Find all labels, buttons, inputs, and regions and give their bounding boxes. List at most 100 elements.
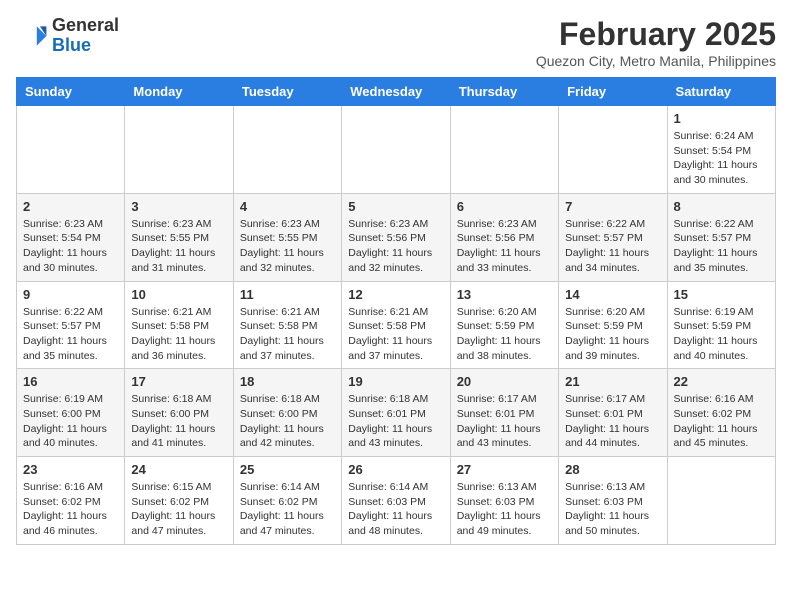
calendar-cell: 20 Sunrise: 6:17 AM Sunset: 6:01 PM Dayli… bbox=[450, 369, 558, 457]
day-info: Sunrise: 6:19 AM Sunset: 6:00 PM Dayligh… bbox=[23, 392, 118, 451]
logo: General Blue bbox=[16, 16, 119, 56]
day-info: Sunrise: 6:17 AM Sunset: 6:01 PM Dayligh… bbox=[457, 392, 552, 451]
calendar-cell: 7 Sunrise: 6:22 AM Sunset: 5:57 PM Daylig… bbox=[559, 193, 667, 281]
calendar-week-row: 2 Sunrise: 6:23 AM Sunset: 5:54 PM Daylig… bbox=[17, 193, 776, 281]
calendar-cell: 17Sunrise: 6:18 AM Sunset: 6:00 PM Dayli… bbox=[125, 369, 233, 457]
day-info: Sunrise: 6:20 AM Sunset: 5:59 PM Dayligh… bbox=[565, 305, 660, 364]
calendar-cell bbox=[667, 457, 775, 545]
calendar-cell: 11Sunrise: 6:21 AM Sunset: 5:58 PM Dayli… bbox=[233, 281, 341, 369]
calendar-cell: 25Sunrise: 6:14 AM Sunset: 6:02 PM Dayli… bbox=[233, 457, 341, 545]
day-number: 7 bbox=[565, 199, 660, 214]
calendar-cell: 14 Sunrise: 6:20 AM Sunset: 5:59 PM Dayli… bbox=[559, 281, 667, 369]
calendar-cell: 10 Sunrise: 6:21 AM Sunset: 5:58 PM Dayli… bbox=[125, 281, 233, 369]
day-number: 1 bbox=[674, 111, 769, 126]
day-number: 26 bbox=[348, 462, 443, 477]
calendar-cell: 4 Sunrise: 6:23 AM Sunset: 5:55 PM Daylig… bbox=[233, 193, 341, 281]
day-number: 24 bbox=[131, 462, 226, 477]
day-header-friday: Friday bbox=[559, 78, 667, 106]
day-header-saturday: Saturday bbox=[667, 78, 775, 106]
day-info: Sunrise: 6:23 AM Sunset: 5:56 PM Dayligh… bbox=[348, 217, 443, 276]
calendar-cell: 19 Sunrise: 6:18 AM Sunset: 6:01 PM Dayli… bbox=[342, 369, 450, 457]
calendar-cell: 9Sunrise: 6:22 AM Sunset: 5:57 PM Daylig… bbox=[17, 281, 125, 369]
month-title: February 2025 bbox=[536, 16, 776, 53]
day-info: Sunrise: 6:13 AM Sunset: 6:03 PM Dayligh… bbox=[457, 480, 552, 539]
day-number: 17 bbox=[131, 374, 226, 389]
calendar-week-row: 23 Sunrise: 6:16 AM Sunset: 6:02 PM Dayli… bbox=[17, 457, 776, 545]
day-number: 21 bbox=[565, 374, 660, 389]
day-number: 8 bbox=[674, 199, 769, 214]
day-info: Sunrise: 6:22 AM Sunset: 5:57 PM Dayligh… bbox=[565, 217, 660, 276]
day-info: Sunrise: 6:17 AM Sunset: 6:01 PM Dayligh… bbox=[565, 392, 660, 451]
calendar-week-row: 16 Sunrise: 6:19 AM Sunset: 6:00 PM Dayli… bbox=[17, 369, 776, 457]
day-info: Sunrise: 6:18 AM Sunset: 6:01 PM Dayligh… bbox=[348, 392, 443, 451]
day-info: Sunrise: 6:23 AM Sunset: 5:55 PM Dayligh… bbox=[240, 217, 335, 276]
day-info: Sunrise: 6:23 AM Sunset: 5:55 PM Dayligh… bbox=[131, 217, 226, 276]
calendar-cell bbox=[125, 106, 233, 194]
day-number: 5 bbox=[348, 199, 443, 214]
day-header-sunday: Sunday bbox=[17, 78, 125, 106]
calendar-cell: 21 Sunrise: 6:17 AM Sunset: 6:01 PM Dayli… bbox=[559, 369, 667, 457]
day-info: Sunrise: 6:20 AM Sunset: 5:59 PM Dayligh… bbox=[457, 305, 552, 364]
day-number: 22 bbox=[674, 374, 769, 389]
day-number: 2 bbox=[23, 199, 118, 214]
day-info: Sunrise: 6:24 AM Sunset: 5:54 PM Dayligh… bbox=[674, 129, 769, 188]
calendar-cell: 1 Sunrise: 6:24 AM Sunset: 5:54 PM Daylig… bbox=[667, 106, 775, 194]
day-number: 23 bbox=[23, 462, 118, 477]
logo-text: General Blue bbox=[52, 16, 119, 56]
day-number: 12 bbox=[348, 287, 443, 302]
calendar-cell: 3 Sunrise: 6:23 AM Sunset: 5:55 PM Daylig… bbox=[125, 193, 233, 281]
calendar-cell: 26 Sunrise: 6:14 AM Sunset: 6:03 PM Dayli… bbox=[342, 457, 450, 545]
day-info: Sunrise: 6:23 AM Sunset: 5:54 PM Dayligh… bbox=[23, 217, 118, 276]
day-number: 10 bbox=[131, 287, 226, 302]
day-info: Sunrise: 6:15 AM Sunset: 6:02 PM Dayligh… bbox=[131, 480, 226, 539]
day-info: Sunrise: 6:14 AM Sunset: 6:02 PM Dayligh… bbox=[240, 480, 335, 539]
day-number: 13 bbox=[457, 287, 552, 302]
day-number: 16 bbox=[23, 374, 118, 389]
day-number: 28 bbox=[565, 462, 660, 477]
day-info: Sunrise: 6:16 AM Sunset: 6:02 PM Dayligh… bbox=[23, 480, 118, 539]
day-number: 15 bbox=[674, 287, 769, 302]
day-info: Sunrise: 6:21 AM Sunset: 5:58 PM Dayligh… bbox=[348, 305, 443, 364]
calendar-header-row: SundayMondayTuesdayWednesdayThursdayFrid… bbox=[17, 78, 776, 106]
day-info: Sunrise: 6:16 AM Sunset: 6:02 PM Dayligh… bbox=[674, 392, 769, 451]
day-info: Sunrise: 6:13 AM Sunset: 6:03 PM Dayligh… bbox=[565, 480, 660, 539]
logo-icon bbox=[16, 20, 48, 52]
calendar-cell: 24 Sunrise: 6:15 AM Sunset: 6:02 PM Dayli… bbox=[125, 457, 233, 545]
day-number: 19 bbox=[348, 374, 443, 389]
day-number: 4 bbox=[240, 199, 335, 214]
calendar-cell bbox=[450, 106, 558, 194]
day-number: 14 bbox=[565, 287, 660, 302]
calendar-cell bbox=[17, 106, 125, 194]
day-number: 20 bbox=[457, 374, 552, 389]
calendar-cell: 27Sunrise: 6:13 AM Sunset: 6:03 PM Dayli… bbox=[450, 457, 558, 545]
day-number: 11 bbox=[240, 287, 335, 302]
day-header-tuesday: Tuesday bbox=[233, 78, 341, 106]
day-info: Sunrise: 6:19 AM Sunset: 5:59 PM Dayligh… bbox=[674, 305, 769, 364]
location: Quezon City, Metro Manila, Philippines bbox=[536, 53, 776, 69]
day-header-wednesday: Wednesday bbox=[342, 78, 450, 106]
calendar-cell: 22 Sunrise: 6:16 AM Sunset: 6:02 PM Dayli… bbox=[667, 369, 775, 457]
calendar-week-row: 1 Sunrise: 6:24 AM Sunset: 5:54 PM Daylig… bbox=[17, 106, 776, 194]
calendar-cell: 6Sunrise: 6:23 AM Sunset: 5:56 PM Daylig… bbox=[450, 193, 558, 281]
calendar-week-row: 9Sunrise: 6:22 AM Sunset: 5:57 PM Daylig… bbox=[17, 281, 776, 369]
page-header: General Blue February 2025 Quezon City, … bbox=[16, 16, 776, 69]
calendar-cell bbox=[233, 106, 341, 194]
day-number: 6 bbox=[457, 199, 552, 214]
day-header-monday: Monday bbox=[125, 78, 233, 106]
calendar-cell: 15 Sunrise: 6:19 AM Sunset: 5:59 PM Dayli… bbox=[667, 281, 775, 369]
day-info: Sunrise: 6:21 AM Sunset: 5:58 PM Dayligh… bbox=[131, 305, 226, 364]
day-info: Sunrise: 6:18 AM Sunset: 6:00 PM Dayligh… bbox=[240, 392, 335, 451]
calendar-cell: 5 Sunrise: 6:23 AM Sunset: 5:56 PM Daylig… bbox=[342, 193, 450, 281]
day-number: 3 bbox=[131, 199, 226, 214]
title-block: February 2025 Quezon City, Metro Manila,… bbox=[536, 16, 776, 69]
day-info: Sunrise: 6:22 AM Sunset: 5:57 PM Dayligh… bbox=[674, 217, 769, 276]
calendar-cell: 28 Sunrise: 6:13 AM Sunset: 6:03 PM Dayli… bbox=[559, 457, 667, 545]
calendar-cell: 13 Sunrise: 6:20 AM Sunset: 5:59 PM Dayli… bbox=[450, 281, 558, 369]
day-info: Sunrise: 6:14 AM Sunset: 6:03 PM Dayligh… bbox=[348, 480, 443, 539]
calendar-cell: 8 Sunrise: 6:22 AM Sunset: 5:57 PM Daylig… bbox=[667, 193, 775, 281]
calendar-cell: 23 Sunrise: 6:16 AM Sunset: 6:02 PM Dayli… bbox=[17, 457, 125, 545]
calendar-cell bbox=[342, 106, 450, 194]
day-number: 9 bbox=[23, 287, 118, 302]
day-header-thursday: Thursday bbox=[450, 78, 558, 106]
calendar-cell: 16 Sunrise: 6:19 AM Sunset: 6:00 PM Dayli… bbox=[17, 369, 125, 457]
